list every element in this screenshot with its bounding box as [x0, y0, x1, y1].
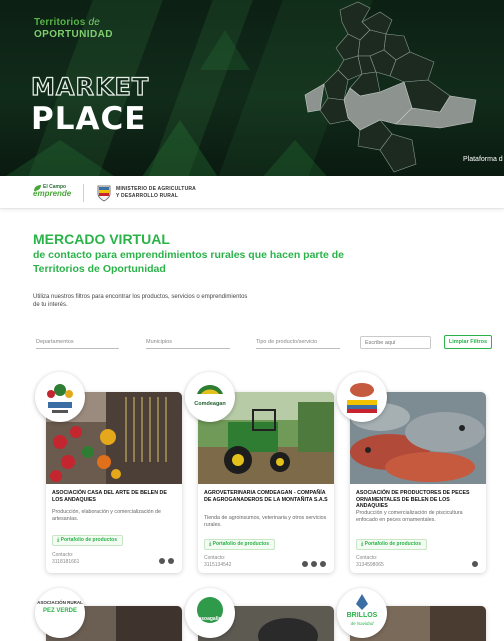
- badge-text: BRILLOS: [346, 612, 378, 619]
- pez-verde-logo: ASOCIACIÓN RURAL PEZ VERDE: [35, 588, 85, 638]
- facebook-icon[interactable]: [311, 561, 317, 567]
- badge-text: ASOCIACIÓN RURAL: [37, 600, 83, 605]
- hero-title-line2: PLACE: [31, 101, 147, 137]
- logo-de: de: [88, 17, 100, 28]
- hero-title-line1: MARKET: [30, 72, 150, 101]
- ministry-line2: Y DESARROLLO RURAL: [116, 193, 179, 199]
- badge-text2: PEZ VERDE: [42, 608, 77, 614]
- contact-value: 3134598065: [356, 562, 384, 568]
- portfolio-label: Portafolio de productos: [60, 537, 117, 543]
- leaf-icon: [34, 185, 41, 191]
- portfolio-button[interactable]: ⤓ Portafolio de productos: [356, 539, 427, 550]
- hero-banner: Territorios de OPORTUNIDAD MARKET PLACE: [0, 0, 504, 176]
- instagram-icon[interactable]: [320, 561, 326, 567]
- brillos-logo: BRILLOS de Navidad: [337, 588, 387, 638]
- portfolio-label: Portafolio de productos: [212, 541, 269, 547]
- hero-caption: Plataforma d: [463, 156, 503, 163]
- ministry-line1: MINISTERIO DE AGRICULTURA: [116, 186, 196, 192]
- badge-text: asoagalin: [198, 616, 222, 622]
- campo-emprende-logo: El Campo emprende: [33, 185, 71, 198]
- filter-municipios[interactable]: Municipios: [146, 335, 230, 349]
- filter-tipo-producto[interactable]: Tipo de producto/servicio: [256, 335, 340, 349]
- intro-text: Utiliza nuestros filtros para encontrar …: [33, 294, 248, 308]
- portfolio-button[interactable]: ⤓ Portafolio de productos: [204, 539, 275, 550]
- portfolio-button[interactable]: ⤓ Portafolio de productos: [52, 535, 123, 546]
- card-title: AGROVETERINARIA COMDEAGAN - COMPAÑÍA DE …: [204, 490, 328, 503]
- colombia-crest-icon: [97, 185, 111, 202]
- institution-bar: El Campo emprende: [0, 176, 504, 209]
- colombia-map-icon: [304, 1, 477, 173]
- logo-line2: OPORTUNIDAD: [34, 29, 113, 40]
- filter-departamentos[interactable]: Departamentos: [36, 335, 119, 349]
- portfolio-label: Portafolio de productos: [364, 541, 421, 547]
- whatsapp-icon[interactable]: [302, 561, 308, 567]
- ministry-logo-text: MINISTERIO DE AGRICULTURA Y DESARROLLO R…: [116, 186, 196, 200]
- divider: [83, 184, 84, 202]
- search-input[interactable]: [360, 336, 431, 349]
- card-title: ASOCIACIÓN CASA DEL ARTE DE BELEN DE LOS…: [52, 490, 167, 503]
- contact-label: Contacto:: [52, 552, 74, 558]
- badge-text2: de Navidad: [350, 621, 374, 626]
- asoagalin-logo: asoagalin: [185, 588, 235, 638]
- whatsapp-icon[interactable]: [159, 558, 165, 564]
- page-subtitle: de contacto para emprendimientos rurales…: [33, 249, 345, 275]
- contact-label: Contacto:: [356, 555, 378, 561]
- card-description: Producción y comercialización de piscicu…: [356, 510, 463, 523]
- logo-line1: Territorios: [34, 17, 86, 28]
- page-title: MERCADO VIRTUAL: [33, 231, 170, 247]
- card-badge-logo: [337, 372, 387, 422]
- whatsapp-icon[interactable]: [472, 561, 478, 567]
- web-icon[interactable]: [168, 558, 174, 564]
- contact-label: Contacto:: [204, 555, 226, 561]
- card-description: Producción, elaboración y comercializaci…: [52, 509, 161, 522]
- card-description: Tienda de agroinsumos, veterinaria y otr…: [204, 515, 327, 528]
- territorios-logo: Territorios de OPORTUNIDAD: [34, 18, 113, 40]
- card-badge-logo: [35, 372, 85, 422]
- clear-filters-button[interactable]: Limpiar Filtros: [444, 335, 492, 349]
- contact-value: 3118181661: [52, 559, 80, 565]
- contact-value: 3115134542: [204, 562, 232, 568]
- comdeagan-logo: Comdeagan: [185, 372, 235, 422]
- badge-text: Comdeagan: [194, 401, 226, 407]
- card-title: ASOCIACIÓN DE PRODUCTORES DE PECES ORNAM…: [356, 490, 470, 509]
